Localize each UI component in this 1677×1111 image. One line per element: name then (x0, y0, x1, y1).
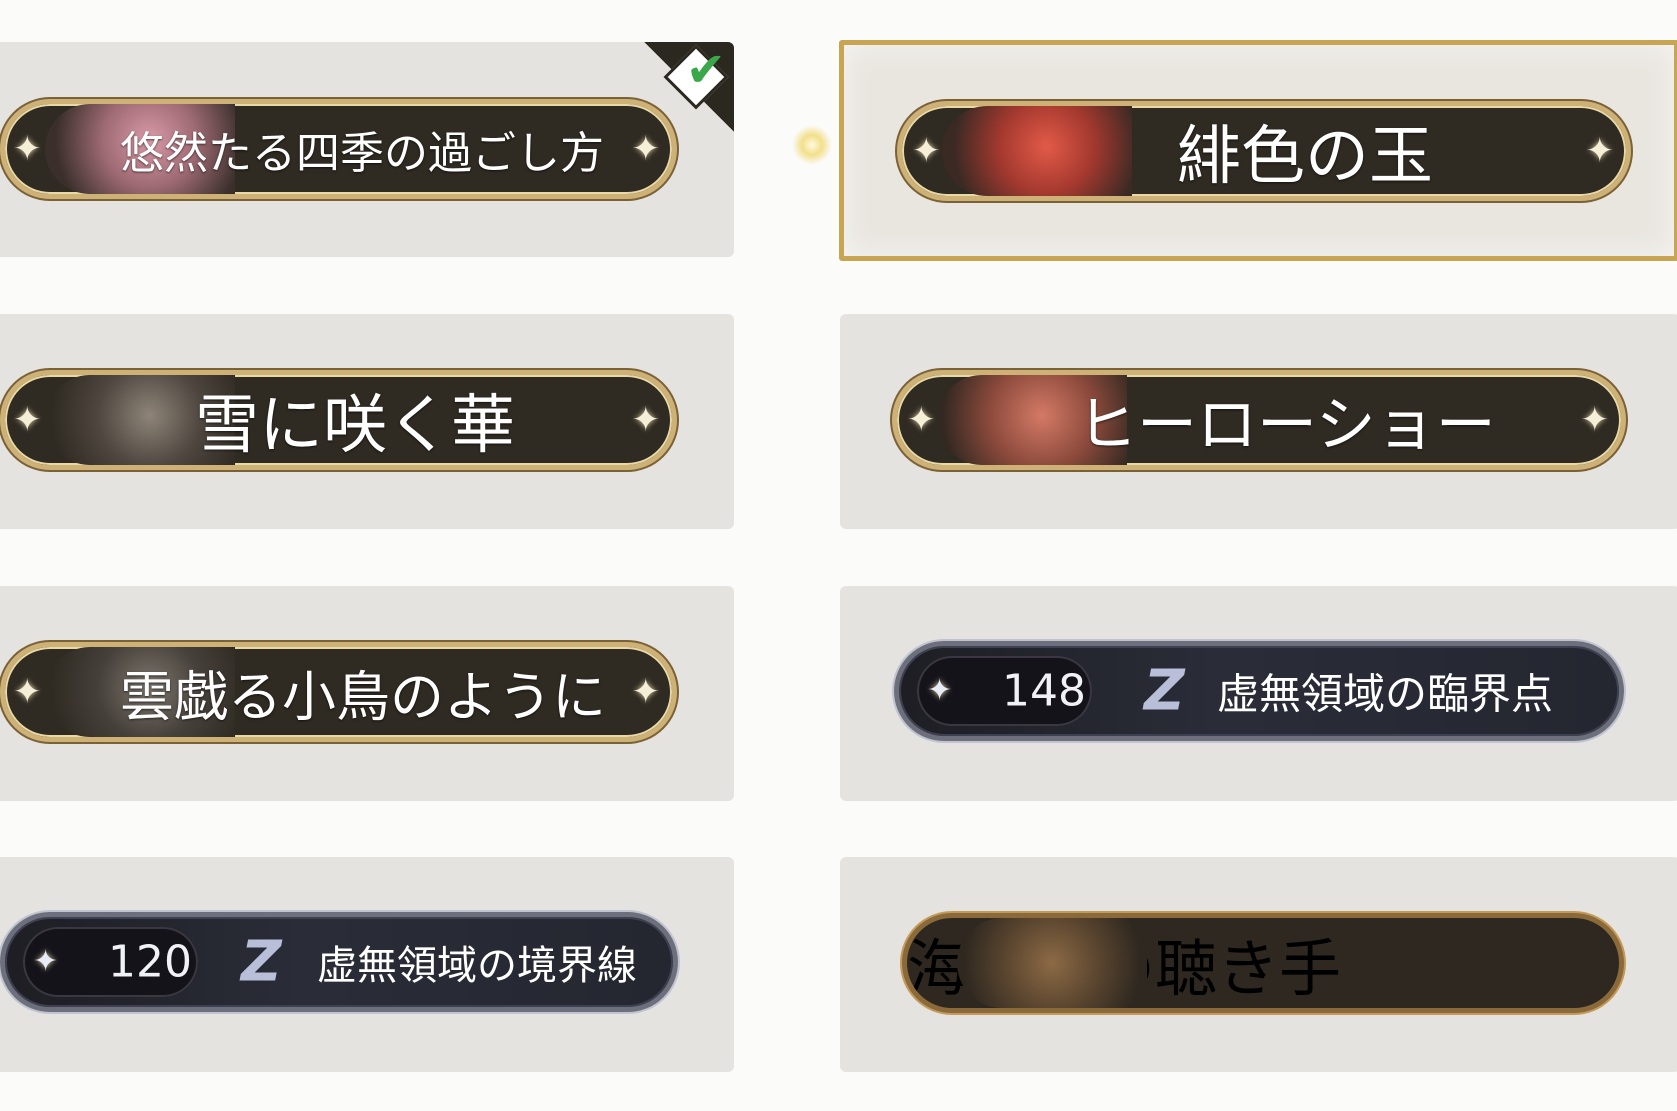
sparkle-icon: ✦ (927, 673, 953, 708)
title-card-4[interactable]: ✦ ヒーローショー ✦ (840, 314, 1677, 529)
sparkle-glow (792, 125, 832, 165)
title-label: 雲戯る小鳥のように (120, 665, 606, 729)
void-logo-icon: Z (1144, 658, 1185, 724)
character-portrait (942, 106, 1132, 196)
sparkle-icon: ✦ (13, 400, 42, 440)
sparkle-icon: ✦ (1585, 131, 1615, 171)
void-logo-icon: Z (241, 929, 282, 995)
void-count-badge: ✦ 148 (917, 656, 1092, 726)
sparkle-icon: ✦ (912, 131, 941, 171)
void-count: 120 (108, 936, 192, 988)
void-title-plate: ✦ 148 Z 虚無領域の臨界点 (894, 641, 1624, 741)
title-card-2[interactable]: ✦ 緋色の玉 ✦ (839, 40, 1677, 261)
void-title-plate: ✦ 120 Z 虚無領域の境界線 (0, 912, 678, 1012)
title-plate: ✦ 雲戯る小鳥のように ✦ (0, 642, 677, 742)
void-count-badge: ✦ 120 (23, 927, 198, 997)
title-label: ヒーローショー (1077, 390, 1496, 461)
title-plate: ✦ 緋色の玉 ✦ (897, 101, 1631, 201)
void-count: 148 (1002, 665, 1086, 717)
title-label: 悠然たる四季の過ごし方 (120, 128, 604, 179)
title-label: 虚無領域の臨界点 (1217, 669, 1554, 719)
title-plate: ✦ 悠然たる四季の過ごし方 ✦ (0, 99, 677, 199)
check-icon: ✔ (685, 42, 726, 98)
emblem-icon (957, 918, 1147, 1008)
title-label: 緋色の玉 (1177, 120, 1433, 194)
sparkle-icon: ✦ (907, 400, 936, 440)
sparkle-icon: ✦ (33, 944, 59, 979)
title-label: 虚無領域の境界線 (317, 943, 637, 989)
sparkle-icon: ✦ (1580, 400, 1610, 440)
sparkle-icon: ✦ (13, 129, 42, 169)
title-card-5[interactable]: ✦ 雲戯る小鳥のように ✦ (0, 586, 734, 801)
title-plate: 海鳴りの聴き手 (902, 913, 1624, 1013)
title-card-6[interactable]: ✦ 148 Z 虚無領域の臨界点 (840, 586, 1677, 801)
title-card-3[interactable]: ✦ 雪に咲く華 ✦ (0, 314, 734, 529)
sparkle-icon: ✦ (631, 400, 661, 440)
sparkle-icon: ✦ (13, 672, 42, 712)
title-card-8[interactable]: 海鳴りの聴き手 (840, 857, 1677, 1072)
sparkle-icon: ✦ (631, 672, 661, 712)
title-card-7[interactable]: ✦ 120 Z 虚無領域の境界線 (0, 857, 734, 1072)
title-plate: ✦ 雪に咲く華 ✦ (0, 370, 677, 470)
title-card-1[interactable]: ✦ 悠然たる四季の過ごし方 ✦ ✔ (0, 42, 734, 257)
sparkle-icon: ✦ (631, 129, 661, 169)
title-label: 雪に咲く華 (195, 389, 515, 463)
title-plate: ✦ ヒーローショー ✦ (892, 370, 1626, 470)
